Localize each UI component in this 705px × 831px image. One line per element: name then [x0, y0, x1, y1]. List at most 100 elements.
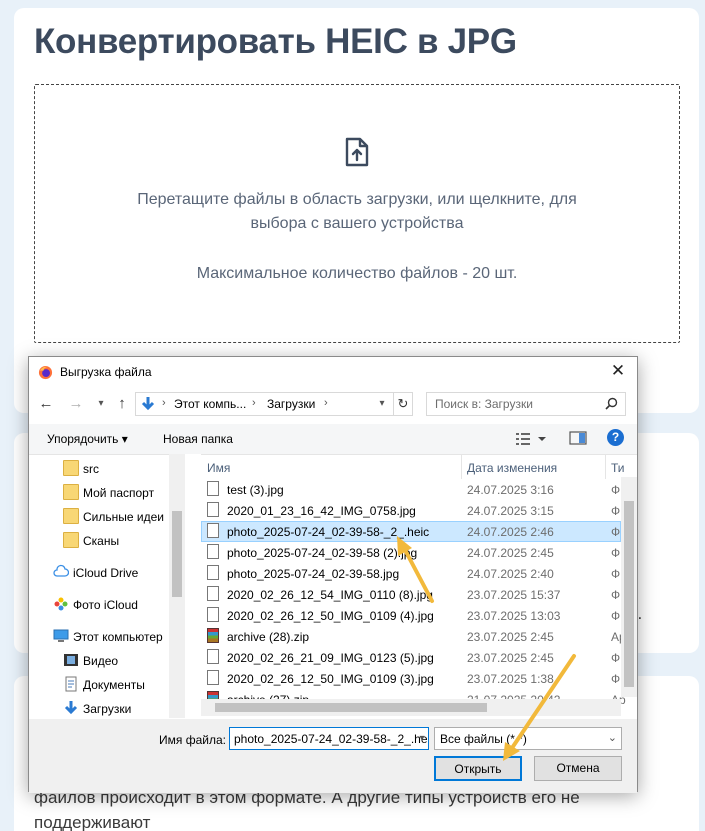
file-name: archive (28).zip	[227, 630, 310, 644]
file-type: Ф	[611, 672, 621, 686]
folder-icon	[63, 460, 79, 476]
column-header-type[interactable]: Ти	[611, 461, 625, 475]
image-file-icon	[207, 502, 219, 517]
horizontal-scrollbar-thumb[interactable]	[215, 703, 487, 712]
downloads-location-icon	[141, 397, 155, 411]
column-header-name[interactable]: Имя	[207, 461, 230, 475]
nav-item-label: Документы	[83, 678, 145, 692]
up-arrow-icon[interactable]: ↑	[113, 395, 131, 412]
address-bar[interactable]: › Этот компь... › Загрузки › ▾	[135, 392, 413, 416]
nav-item-label: Сканы	[83, 534, 120, 548]
preview-pane-icon[interactable]	[569, 430, 587, 446]
new-folder-button[interactable]: Новая папка	[163, 432, 233, 446]
filename-chevron-down-icon[interactable]: ▾	[415, 727, 429, 750]
view-options-icon[interactable]	[514, 430, 550, 448]
nav-item-label: Этот компьютер	[73, 630, 163, 644]
firefox-icon	[38, 365, 53, 380]
heic-file-icon	[207, 523, 219, 538]
search-input[interactable]: Поиск в: Загрузки	[426, 392, 626, 416]
file-name: 2020_02_26_21_09_IMG_0123 (5).jpg	[227, 651, 434, 665]
filename-value: photo_2025-07-24_02-39-58-_2_.heic	[234, 732, 429, 746]
file-date: 23.07.2025 2:45	[467, 630, 554, 644]
file-row[interactable]: 2020_02_26_21_09_IMG_0123 (5).jpg 23.07.…	[201, 647, 621, 668]
cancel-button[interactable]: Отмена	[534, 756, 622, 781]
back-arrow-icon[interactable]: ←	[37, 395, 55, 412]
file-row[interactable]: photo_2025-07-24_02-39-58.jpg 24.07.2025…	[201, 563, 621, 584]
dropzone-limit: Максимальное количество файлов - 20 шт.	[196, 265, 518, 282]
documents-icon	[65, 676, 77, 692]
nav-item-label: iCloud Drive	[73, 566, 139, 580]
nav-item-label: Видео	[83, 654, 119, 668]
nav-item-label: Загрузки	[83, 702, 132, 716]
forward-arrow-icon[interactable]: →	[67, 395, 85, 412]
column-divider[interactable]	[461, 455, 462, 479]
filename-input[interactable]: photo_2025-07-24_02-39-58-_2_.heic	[229, 727, 429, 750]
file-type: Ф	[611, 567, 621, 581]
column-divider[interactable]	[605, 455, 606, 479]
search-icon	[605, 397, 618, 410]
breadcrumb-downloads[interactable]: Загрузки	[267, 397, 315, 411]
chevron-down-icon: ⌄	[607, 732, 617, 744]
background-paragraph-cont: поддерживают	[34, 813, 151, 831]
nav-item-label: Сильные идеи	[83, 510, 164, 524]
file-name: 2020_02_26_12_50_IMG_0109 (4).jpg	[227, 609, 434, 623]
nav-item-label: Мой паспорт	[83, 486, 155, 500]
file-upload-icon	[345, 137, 369, 167]
refresh-icon[interactable]: ↻	[393, 392, 413, 416]
open-button[interactable]: Открыть	[434, 756, 522, 781]
computer-icon	[53, 629, 69, 642]
file-row[interactable]: archive (28).zip 23.07.2025 2:45 Ар	[201, 626, 626, 647]
breadcrumb-separator: ›	[162, 397, 166, 409]
file-type: Ф	[611, 651, 621, 665]
breadcrumb-separator: ›	[324, 397, 328, 409]
file-type: Ф	[611, 588, 621, 602]
folder-icon	[63, 508, 79, 524]
zip-archive-icon	[207, 628, 219, 643]
file-date: 23.07.2025 13:03	[467, 609, 561, 623]
file-date: 24.07.2025 3:15	[467, 504, 554, 518]
image-file-icon	[207, 670, 219, 685]
filename-label: Имя файла:	[159, 733, 226, 747]
image-file-icon	[207, 607, 219, 622]
file-row[interactable]: 2020_02_26_12_50_IMG_0109 (4).jpg 23.07.…	[201, 605, 621, 626]
navigation-pane: src Мой паспорт Сильные идеи Сканы iClou…	[29, 454, 185, 718]
file-row-selected[interactable]: photo_2025-07-24_02-39-58-_2_.heic 24.07…	[201, 521, 621, 542]
file-name: photo_2025-07-24_02-39-58-_2_.heic	[227, 525, 430, 539]
file-row[interactable]: 2020_02_26_12_54_IMG_0110 (8).jpg 23.07.…	[201, 584, 621, 605]
file-row[interactable]: photo_2025-07-24_02-39-58 (2).jpg 24.07.…	[201, 542, 621, 563]
file-name: 2020_02_26_12_54_IMG_0110 (8).jpg	[227, 588, 433, 602]
dialog-toolbar: Упорядочить ▾ Новая папка ?	[29, 424, 637, 454]
file-row[interactable]: test (3).jpg 24.07.2025 3:16 Ф	[201, 479, 621, 500]
dialog-title: Выгрузка файла	[60, 365, 152, 379]
close-icon[interactable]: ✕	[608, 361, 628, 381]
file-name: test (3).jpg	[227, 483, 284, 497]
file-type: Ф	[611, 483, 621, 497]
file-type-select[interactable]: Все файлы (*.*) ⌄	[434, 727, 622, 750]
file-upload-dialog: Выгрузка файла ✕ ← → ▾ ↑ › Этот компь...…	[28, 356, 638, 793]
search-placeholder: Поиск в: Загрузки	[435, 397, 533, 411]
file-list: Имя Дата изменения Ти test (3).jpg 24.07…	[201, 454, 637, 718]
file-row[interactable]: 2020_02_26_12_50_IMG_0109 (3).jpg 23.07.…	[201, 668, 621, 689]
file-row[interactable]: 2020_01_23_16_42_IMG_0758.jpg 24.07.2025…	[201, 500, 621, 521]
dropzone-instruction-cont: выбора с вашего устройства	[250, 215, 464, 232]
address-chevron-down-icon[interactable]: ▾	[374, 393, 390, 415]
organize-menu-button[interactable]: Упорядочить ▾	[47, 432, 128, 446]
file-name: 2020_01_23_16_42_IMG_0758.jpg	[227, 504, 416, 518]
recent-locations-chevron-icon[interactable]: ▾	[92, 398, 110, 409]
file-date: 23.07.2025 2:45	[467, 651, 554, 665]
nav-scrollbar-thumb[interactable]	[172, 511, 182, 597]
file-type-value: Все файлы (*.*)	[440, 732, 527, 746]
help-icon[interactable]: ?	[607, 429, 624, 446]
breadcrumb-separator: ›	[252, 397, 256, 409]
dropzone-instruction: Перетащите файлы в область загрузки, или…	[137, 191, 577, 208]
image-file-icon	[207, 481, 219, 496]
folder-icon	[63, 532, 79, 548]
image-file-icon	[207, 565, 219, 580]
icloud-photos-icon	[54, 597, 68, 611]
dialog-titlebar[interactable]: Выгрузка файла ✕	[29, 357, 637, 387]
column-header-date[interactable]: Дата изменения	[467, 461, 557, 475]
file-date: 24.07.2025 2:46	[467, 525, 554, 539]
file-list-scrollbar-thumb[interactable]	[624, 501, 634, 687]
breadcrumb-this-pc[interactable]: Этот компь...	[174, 397, 246, 411]
file-date: 23.07.2025 1:38	[467, 672, 554, 686]
